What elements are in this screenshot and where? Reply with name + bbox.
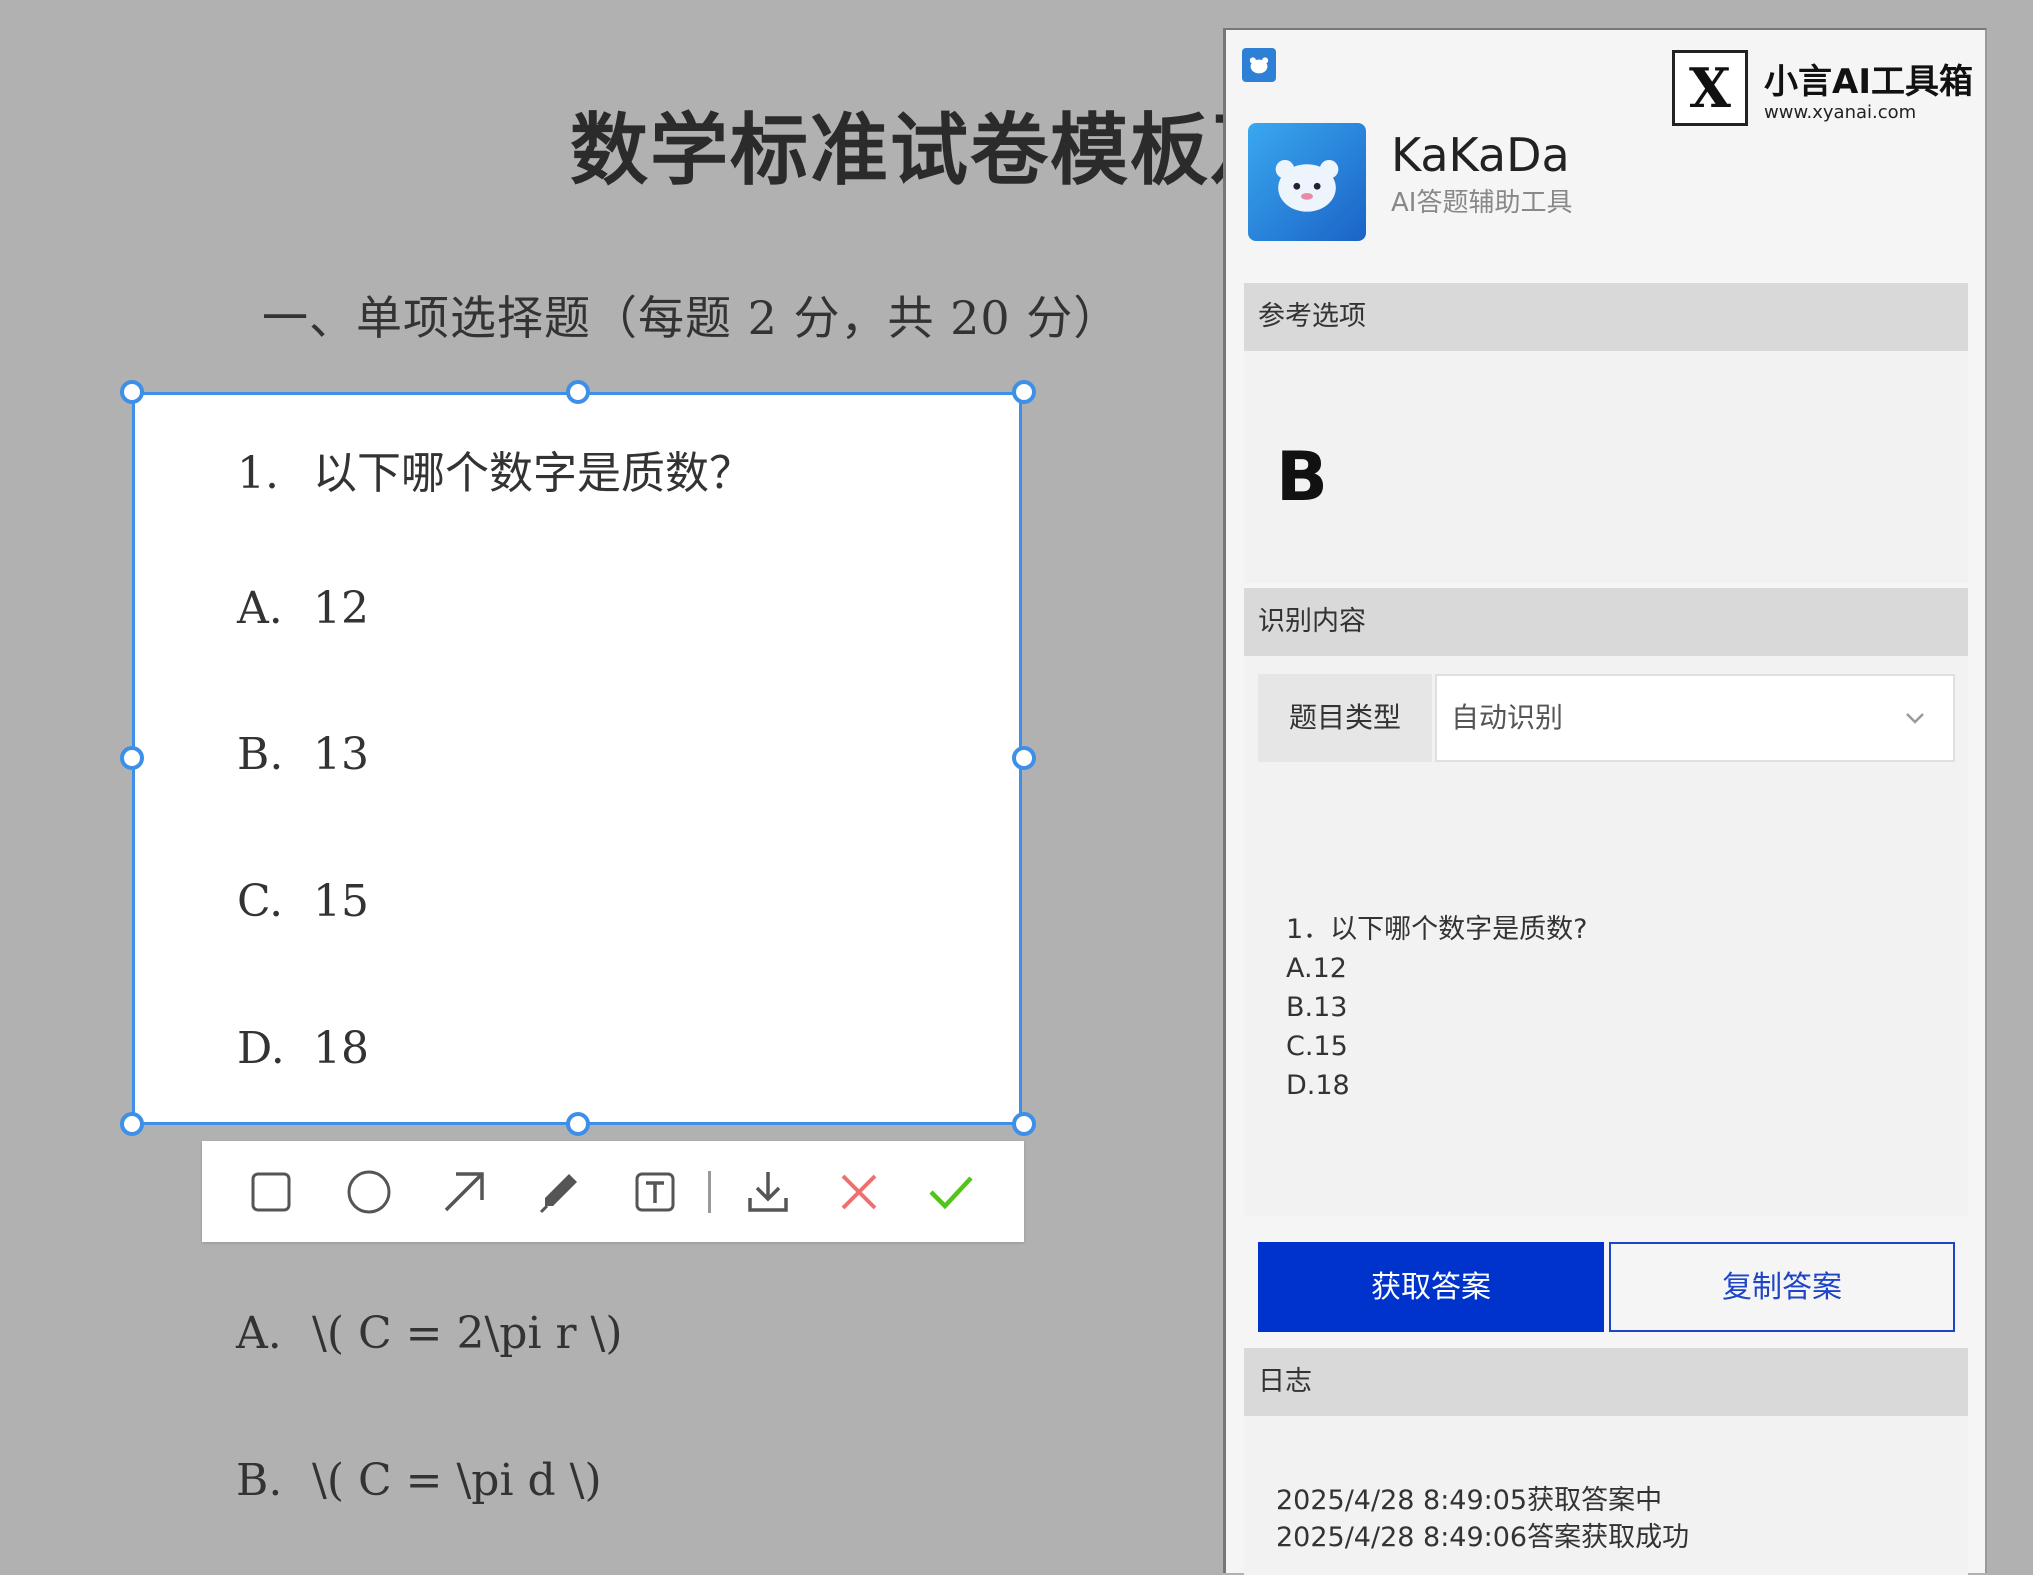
ellipse-icon[interactable] (343, 1166, 395, 1218)
resize-handle-bottom-left[interactable] (120, 1112, 144, 1136)
next-option-a: A. \( C = 2\pi r \) (236, 1308, 623, 1359)
option-value: 12 (313, 583, 369, 634)
option-d: D. 18 (237, 1023, 369, 1074)
option-letter: A. (236, 1308, 282, 1359)
resize-handle-left[interactable] (120, 746, 144, 770)
option-a: A. 12 (237, 583, 369, 634)
annotation-toolbar (202, 1141, 1024, 1242)
resize-handle-top-left[interactable] (120, 380, 144, 404)
download-icon[interactable] (742, 1166, 794, 1218)
recognition-content-header: 识别内容 (1244, 588, 1968, 656)
option-b: B. 13 (237, 729, 369, 780)
watermark-title: 小言AI工具箱 (1764, 62, 1973, 102)
watermark-url: www.xyanai.com (1764, 102, 1917, 123)
section-heading: 一、单项选择题（每题 2 分，共 20 分） (262, 291, 1121, 345)
log-text: 2025/4/28 8:49:05获取答案中 2025/4/28 8:49:06… (1276, 1482, 1689, 1556)
watermark-logo: X (1672, 50, 1748, 126)
question-text: 以下哪个数字是质数？ (313, 448, 753, 499)
arrow-icon[interactable] (438, 1166, 490, 1218)
question-type-label: 题目类型 (1258, 674, 1432, 762)
document-title: 数学标准试卷模板及 (570, 105, 1291, 196)
question-type-value: 自动识别 (1451, 701, 1564, 734)
resize-handle-bottom-right[interactable] (1012, 1112, 1036, 1136)
copy-answer-button[interactable]: 复制答案 (1609, 1242, 1955, 1332)
cancel-icon[interactable] (833, 1166, 885, 1218)
watermark: X 小言AI工具箱 www.xyanai.com (1672, 50, 1984, 150)
chevron-down-icon (1906, 713, 1924, 724)
screenshot-selection-region[interactable]: 1. 以下哪个数字是质数？ A. 12 B. 13 C. 15 D. 18 (132, 392, 1022, 1125)
recognized-line: C.15 (1286, 1031, 1348, 1062)
resize-handle-top-right[interactable] (1012, 380, 1036, 404)
rectangle-icon[interactable] (245, 1166, 297, 1218)
resize-handle-top[interactable] (566, 380, 590, 404)
get-answer-button[interactable]: 获取答案 (1258, 1242, 1604, 1332)
next-option-b: B. \( C = \pi d \) (236, 1455, 602, 1506)
option-letter: D. (237, 1023, 285, 1074)
log-line: 2025/4/28 8:49:06答案获取成功 (1276, 1522, 1690, 1553)
text-icon[interactable] (629, 1166, 681, 1218)
app-name: KaKaDa (1391, 128, 1570, 182)
reference-options-header: 参考选项 (1244, 283, 1968, 351)
answer-result: B (1276, 438, 1328, 517)
recognized-line: 1．以下哪个数字是质数? (1286, 914, 1588, 945)
option-value: 18 (313, 1023, 369, 1074)
option-letter: B. (236, 1455, 283, 1506)
app-window-icon (1242, 48, 1276, 82)
log-line: 2025/4/28 8:49:05获取答案中 (1276, 1485, 1663, 1516)
recognized-line: A.12 (1286, 953, 1347, 984)
resize-handle-right[interactable] (1012, 746, 1036, 770)
resize-handle-bottom[interactable] (566, 1112, 590, 1136)
confirm-icon[interactable] (925, 1166, 977, 1218)
kakada-panel: X 小言AI工具箱 www.xyanai.com KaKaDa AI答题辅助工具… (1223, 28, 1987, 1575)
question-number: 1. (237, 448, 279, 499)
option-letter: C. (237, 876, 284, 927)
recognized-text[interactable]: 1．以下哪个数字是质数? A.12 B.13 C.15 D.18 (1286, 910, 1588, 1105)
pen-icon[interactable] (533, 1166, 585, 1218)
option-value: 13 (313, 729, 369, 780)
option-c: C. 15 (237, 876, 369, 927)
option-letter: B. (237, 729, 284, 780)
option-value: 15 (313, 876, 369, 927)
recognized-line: B.13 (1286, 992, 1348, 1023)
log-header: 日志 (1244, 1348, 1968, 1416)
option-value: \( C = \pi d \) (312, 1455, 602, 1506)
option-value: \( C = 2\pi r \) (312, 1308, 623, 1359)
toolbar-separator (708, 1171, 711, 1213)
reference-options-body (1244, 351, 1968, 583)
app-subtitle: AI答题辅助工具 (1391, 188, 1573, 218)
recognized-line: D.18 (1286, 1070, 1350, 1101)
question-type-select[interactable]: 自动识别 (1435, 674, 1955, 762)
question-line: 1. 以下哪个数字是质数？ (237, 437, 753, 501)
app-logo (1248, 123, 1366, 241)
option-letter: A. (237, 583, 283, 634)
